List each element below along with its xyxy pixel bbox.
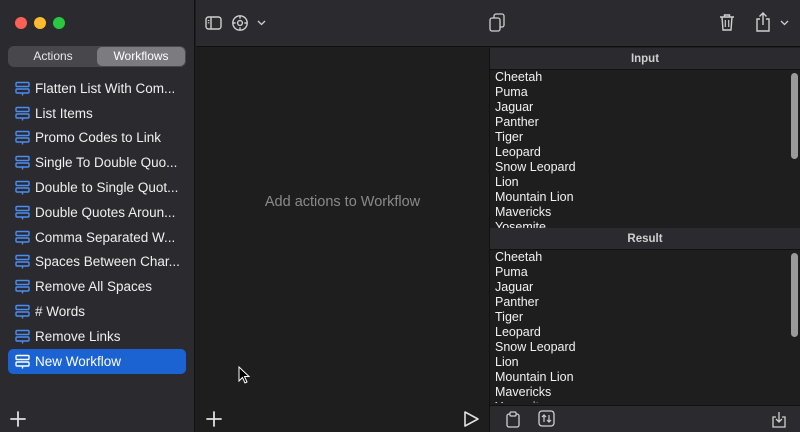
text-line: Panther: [495, 295, 539, 309]
workflow-label: Remove All Spaces: [35, 279, 153, 295]
workflow-icon: [15, 329, 30, 344]
toolbar: [196, 0, 800, 47]
text-line: Tiger: [495, 130, 524, 144]
workflow-label: Comma Separated W...: [35, 229, 176, 245]
swap-icon[interactable]: [538, 410, 555, 427]
workflow-label: # Words: [35, 304, 86, 320]
text-line: Yosemite: [495, 400, 800, 403]
add-workflow-button[interactable]: [9, 410, 27, 428]
workflow-list-item[interactable]: Single To Double Quo...: [8, 150, 186, 175]
workflow-label: Spaces Between Char...: [35, 254, 180, 270]
text-line: Yosemite: [495, 220, 546, 228]
share-menu-chevron-icon[interactable]: [780, 20, 789, 26]
trash-icon[interactable]: [719, 13, 735, 32]
text-line: Leopard: [495, 145, 541, 159]
workflow-label: Flatten List With Com...: [35, 80, 176, 96]
minimize-window-button[interactable]: [34, 17, 46, 29]
input-pane-title: Input: [490, 48, 800, 70]
input-text-area[interactable]: Cheetah Puma Jaguar Panther Tiger Leopard Snow…: [490, 70, 800, 228]
segment-workflows[interactable]: Workflows: [97, 47, 185, 66]
workflow-list-item[interactable]: # Words: [8, 299, 186, 324]
workflow-label: Promo Codes to Link: [35, 130, 162, 146]
workflow-icon: [15, 81, 30, 96]
io-panel: Input Cheetah Puma Jaguar Panther Tiger Leopa…: [489, 48, 800, 432]
text-line: Snow Leopard: [495, 160, 576, 174]
workflow-label: Single To Double Quo...: [35, 155, 178, 171]
view-segmented-control: Actions Workflows: [8, 46, 186, 67]
result-scrollbar[interactable]: [791, 253, 798, 337]
workflow-list-item[interactable]: Double Quotes Aroun...: [8, 200, 186, 225]
import-icon[interactable]: [771, 411, 787, 428]
workflow-list-item[interactable]: Flatten List With Com...: [8, 76, 186, 101]
workflow-list-item[interactable]: Promo Codes to Link: [8, 126, 186, 151]
empty-workflow-placeholder: Add actions to Workflow: [264, 194, 421, 210]
text-line: Cheetah: [495, 70, 543, 84]
share-icon[interactable]: [755, 12, 771, 32]
text-line: Snow Leopard: [495, 340, 576, 354]
add-action-button[interactable]: [205, 410, 223, 428]
workflow-list-item[interactable]: Remove All Spaces: [8, 274, 186, 299]
close-window-button[interactable]: [15, 17, 27, 29]
text-line: Mavericks: [495, 205, 552, 219]
workflow-icon: [15, 156, 30, 170]
sidebar: Actions Workflows Flatten List With Com.…: [0, 0, 195, 432]
text-line: Jaguar: [495, 100, 534, 114]
workflow-icon: [15, 280, 30, 294]
text-line: Mavericks: [495, 385, 552, 399]
workflow-icon: [15, 230, 30, 245]
workflow-list-item[interactable]: List Items: [8, 101, 186, 126]
workflow-list: Flatten List With Com... List Items Promo …: [8, 76, 186, 374]
workflow-icon: [15, 106, 30, 121]
result-toolbar: [490, 405, 800, 432]
workflow-list-item[interactable]: Spaces Between Char...: [8, 250, 186, 275]
workflow-list-item[interactable]: Remove Links: [8, 324, 186, 349]
workflow-list-item[interactable]: New Workflow: [8, 348, 186, 374]
run-workflow-button[interactable]: [462, 410, 480, 428]
text-line: Tiger: [495, 310, 524, 324]
segment-actions[interactable]: Actions: [9, 47, 97, 66]
text-line: Mountain Lion: [495, 370, 574, 384]
text-line: Lion: [495, 175, 519, 189]
text-line: Jaguar: [495, 280, 534, 294]
text-line: Lion: [495, 355, 519, 369]
workflow-label: New Workflow: [35, 353, 122, 369]
workflow-icon: [15, 131, 30, 145]
workflow-icon: [15, 354, 30, 369]
workflow-list-item[interactable]: Comma Separated W...: [8, 225, 186, 250]
workflow-label: Remove Links: [35, 328, 121, 344]
mouse-cursor-icon: [238, 366, 250, 384]
copy-icon[interactable]: [489, 13, 505, 33]
text-line: Cheetah: [495, 250, 543, 264]
workflow-icon: [15, 255, 30, 269]
result-text-area[interactable]: Cheetah Puma Jaguar Panther Tiger Leopard Snow…: [490, 250, 800, 403]
text-line: Leopard: [495, 325, 541, 339]
text-line: Panther: [495, 115, 539, 129]
text-line: Mountain Lion: [495, 190, 574, 204]
workflow-label: Double Quotes Aroun...: [35, 204, 176, 220]
sidebar-toggle-icon[interactable]: [205, 16, 222, 30]
workflow-icon: [15, 180, 30, 195]
workflow-icon: [15, 304, 30, 319]
zoom-window-button[interactable]: [53, 17, 65, 29]
workflow-label: Double to Single Quot...: [35, 180, 179, 196]
chevron-down-icon[interactable]: [257, 20, 266, 26]
input-scrollbar[interactable]: [791, 73, 798, 159]
workflow-label: List Items: [35, 105, 93, 121]
result-pane-title: Result: [490, 228, 800, 250]
gear-icon[interactable]: [231, 14, 249, 32]
paste-icon[interactable]: [506, 411, 520, 428]
workflow-icon: [15, 205, 30, 220]
text-line: Puma: [495, 265, 528, 279]
workflow-list-item[interactable]: Double to Single Quot...: [8, 175, 186, 200]
text-line: Puma: [495, 85, 528, 99]
